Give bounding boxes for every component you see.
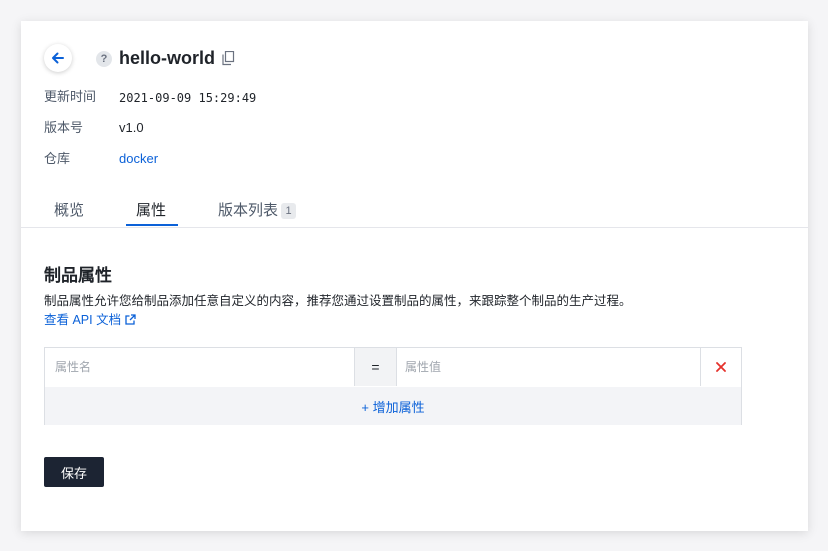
section-description: 制品属性允许您给制品添加任意自定义的内容，推荐您通过设置制品的属性，来跟踪整个制…	[44, 294, 632, 308]
tab-bar: 概览 属性 版本列表 1	[21, 191, 808, 228]
property-row: =	[45, 348, 741, 388]
tab-version-list-label: 版本列表	[218, 202, 279, 219]
tab-properties[interactable]: 属性	[136, 201, 166, 221]
active-tab-indicator	[126, 224, 178, 226]
close-icon	[716, 362, 726, 372]
api-doc-link-label: 查看 API 文档	[44, 313, 122, 327]
tab-version-list[interactable]: 版本列表 1	[218, 201, 297, 221]
tab-properties-label: 属性	[136, 202, 167, 219]
copy-icon[interactable]	[222, 50, 235, 71]
version-count-badge: 1	[281, 203, 297, 219]
version-value: v1.0	[119, 120, 144, 135]
property-table: = + 增加属性	[44, 347, 742, 425]
artifact-detail-card: ? hello-world 更新时间 2021-09-09 15:29:49 版…	[21, 21, 808, 531]
add-property-button[interactable]: + 增加属性	[45, 387, 741, 425]
section-title: 制品属性	[44, 266, 112, 285]
property-value-input[interactable]	[395, 348, 703, 386]
api-doc-link[interactable]: 查看 API 文档	[44, 312, 136, 328]
delete-property-button[interactable]	[700, 348, 741, 386]
external-link-icon	[124, 314, 136, 325]
tab-overview[interactable]: 概览	[54, 201, 84, 221]
help-icon[interactable]: ?	[96, 51, 112, 67]
updated-time-label: 更新时间	[44, 89, 97, 104]
save-button[interactable]: 保存	[44, 457, 104, 487]
version-label: 版本号	[44, 120, 84, 135]
back-button[interactable]	[44, 44, 72, 72]
arrow-left-icon	[52, 52, 64, 64]
repository-label: 仓库	[44, 151, 71, 166]
updated-time-value: 2021-09-09 15:29:49	[119, 91, 257, 105]
repository-link[interactable]: docker	[119, 151, 158, 167]
page-title: hello-world	[119, 48, 215, 68]
property-name-input[interactable]	[45, 348, 354, 386]
equals-separator: =	[354, 348, 397, 386]
tab-overview-label: 概览	[54, 202, 85, 219]
